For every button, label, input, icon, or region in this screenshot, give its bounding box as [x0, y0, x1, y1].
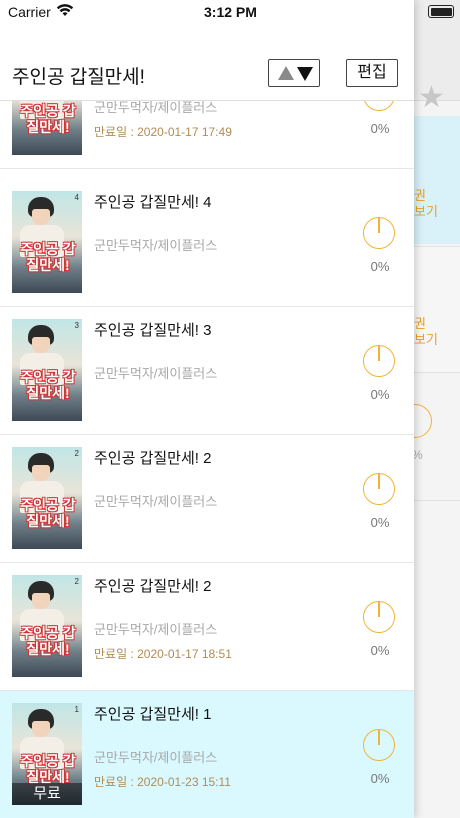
edit-button[interactable]: 편집: [346, 59, 398, 87]
expiry-label: 만료일 : 2020-01-23 15:11: [94, 775, 231, 789]
list-item[interactable]: 2 주인공 갑질만세! 주인공 갑질만세! 2 군만두먹자/제이플러스 만료일 …: [0, 563, 414, 691]
expiry-label: 만료일 : 2020-01-17 18:51: [94, 647, 232, 661]
cover-episode: 1: [74, 705, 79, 714]
background-label: 보기: [414, 204, 438, 219]
progress-ring-icon: [363, 217, 395, 249]
episode-list[interactable]: 주인공 갑질만세! 군만두먹자/제이플러스 만료일 : 2020-01-17 1…: [0, 100, 414, 818]
background-label: 권: [414, 188, 426, 203]
cover-title: 주인공 갑질만세!: [20, 241, 76, 273]
list-item[interactable]: 3 주인공 갑질만세! 주인공 갑질만세! 3 군만두먹자/제이플러스 0%: [0, 307, 414, 435]
cover-thumbnail: 3 주인공 갑질만세!: [12, 319, 82, 421]
progress-ring-icon: [363, 345, 395, 377]
cover-episode: 2: [74, 449, 79, 458]
list-item[interactable]: 주인공 갑질만세! 군만두먹자/제이플러스 만료일 : 2020-01-17 1…: [0, 100, 414, 169]
author-label: 군만두먹자/제이플러스: [94, 750, 218, 765]
cover-title: 주인공 갑질만세!: [20, 625, 76, 657]
progress-percent: 0%: [370, 643, 390, 658]
author-label: 군만두먹자/제이플러스: [94, 238, 218, 253]
episode-title: 주인공 갑질만세! 2: [94, 450, 212, 467]
page-title: 주인공 갑질만세!: [12, 67, 145, 88]
cover-episode: 2: [74, 577, 79, 586]
cover-title: 주인공 갑질만세!: [20, 753, 76, 785]
progress-ring-icon: [363, 473, 395, 505]
episode-panel: Carrier 3:12 PM 주인공 갑질만세! 편집 주인공 갑질만세! 군…: [0, 0, 414, 818]
progress-ring-icon: [363, 601, 395, 633]
author-label: 군만두먹자/제이플러스: [94, 100, 218, 115]
status-bar: Carrier 3:12 PM: [0, 0, 414, 24]
progress-percent: 0%: [370, 515, 390, 530]
background-label: 권: [414, 316, 426, 331]
battery-icon: [428, 5, 454, 18]
cover-thumbnail: 주인공 갑질만세!: [12, 101, 82, 155]
list-item[interactable]: 4 주인공 갑질만세! 주인공 갑질만세! 4 군만두먹자/제이플러스 0%: [0, 179, 414, 307]
episode-title: 주인공 갑질만세! 4: [94, 194, 212, 211]
episode-title: 주인공 갑질만세! 2: [94, 578, 212, 595]
progress-percent: 0%: [370, 259, 390, 274]
background-label: 보기: [414, 332, 438, 347]
cover-thumbnail: 1 주인공 갑질만세! 무료: [12, 703, 82, 805]
episode-title: 주인공 갑질만세! 3: [94, 322, 212, 339]
sort-down-icon: [297, 67, 313, 81]
author-label: 군만두먹자/제이플러스: [94, 622, 218, 637]
progress-percent: 0%: [370, 771, 390, 786]
progress-ring-icon: [363, 729, 395, 761]
progress-percent: 0%: [370, 387, 390, 402]
cover-episode: 4: [74, 193, 79, 202]
wifi-icon: [56, 3, 74, 20]
cover-title: 주인공 갑질만세!: [20, 369, 76, 401]
author-label: 군만두먹자/제이플러스: [94, 494, 218, 509]
progress-percent: 0%: [370, 121, 390, 136]
clock: 3:12 PM: [204, 4, 257, 20]
star-icon[interactable]: ★: [418, 80, 445, 115]
cover-episode: 3: [74, 321, 79, 330]
sort-toggle-button[interactable]: [268, 59, 320, 87]
episode-title: 주인공 갑질만세! 1: [94, 706, 212, 723]
list-item[interactable]: 2 주인공 갑질만세! 주인공 갑질만세! 2 군만두먹자/제이플러스 0%: [0, 435, 414, 563]
nav-bar: 주인공 갑질만세! 편집: [0, 44, 414, 100]
free-badge: 무료: [12, 783, 82, 805]
cover-title: 주인공 갑질만세!: [20, 497, 76, 529]
carrier-label: Carrier: [8, 4, 51, 20]
progress-ring-icon: [363, 101, 395, 111]
cover-thumbnail: 2 주인공 갑질만세!: [12, 447, 82, 549]
cover-title: 주인공 갑질만세!: [20, 103, 76, 135]
cover-thumbnail: 2 주인공 갑질만세!: [12, 575, 82, 677]
cover-thumbnail: 4 주인공 갑질만세!: [12, 191, 82, 293]
sort-up-icon: [278, 66, 294, 80]
expiry-label: 만료일 : 2020-01-17 17:49: [94, 125, 232, 139]
author-label: 군만두먹자/제이플러스: [94, 366, 218, 381]
list-item-selected[interactable]: 1 주인공 갑질만세! 무료 주인공 갑질만세! 1 군만두먹자/제이플러스 만…: [0, 691, 414, 818]
